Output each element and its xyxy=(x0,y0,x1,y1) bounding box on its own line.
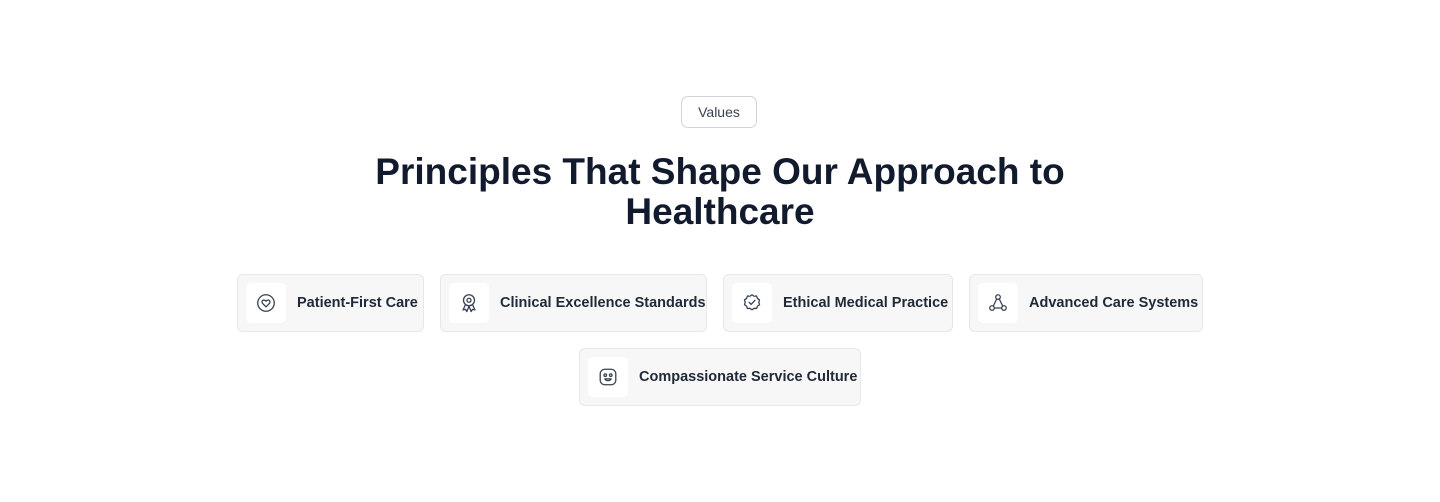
value-chip-label: Compassionate Service Culture xyxy=(639,369,858,385)
value-chip-advanced-care-systems: Advanced Care Systems xyxy=(969,274,1203,332)
value-chip-label: Patient-First Care xyxy=(297,295,418,311)
value-chip-label: Advanced Care Systems xyxy=(1029,295,1199,311)
value-chip-compassionate-service-culture: Compassionate Service Culture xyxy=(579,348,861,406)
value-chip-clinical-excellence-standards: Clinical Excellence Standards xyxy=(440,274,707,332)
smile-face-icon xyxy=(588,357,628,397)
section-title: Principles That Shape Our Approach to He… xyxy=(375,151,1065,232)
heart-circle-icon xyxy=(246,283,286,323)
value-chip-label: Clinical Excellence Standards xyxy=(500,295,706,311)
value-chip-label: Ethical Medical Practice xyxy=(783,295,949,311)
section-badge-label: Values xyxy=(698,104,740,120)
value-chip-ethical-medical-practice: Ethical Medical Practice xyxy=(723,274,953,332)
network-icon xyxy=(978,283,1018,323)
award-icon xyxy=(449,283,489,323)
section-badge: Values xyxy=(681,96,757,128)
value-chip-patient-first-care: Patient-First Care xyxy=(237,274,424,332)
badge-check-icon xyxy=(732,283,772,323)
values-section: Values Principles That Shape Our Approac… xyxy=(0,0,1440,502)
